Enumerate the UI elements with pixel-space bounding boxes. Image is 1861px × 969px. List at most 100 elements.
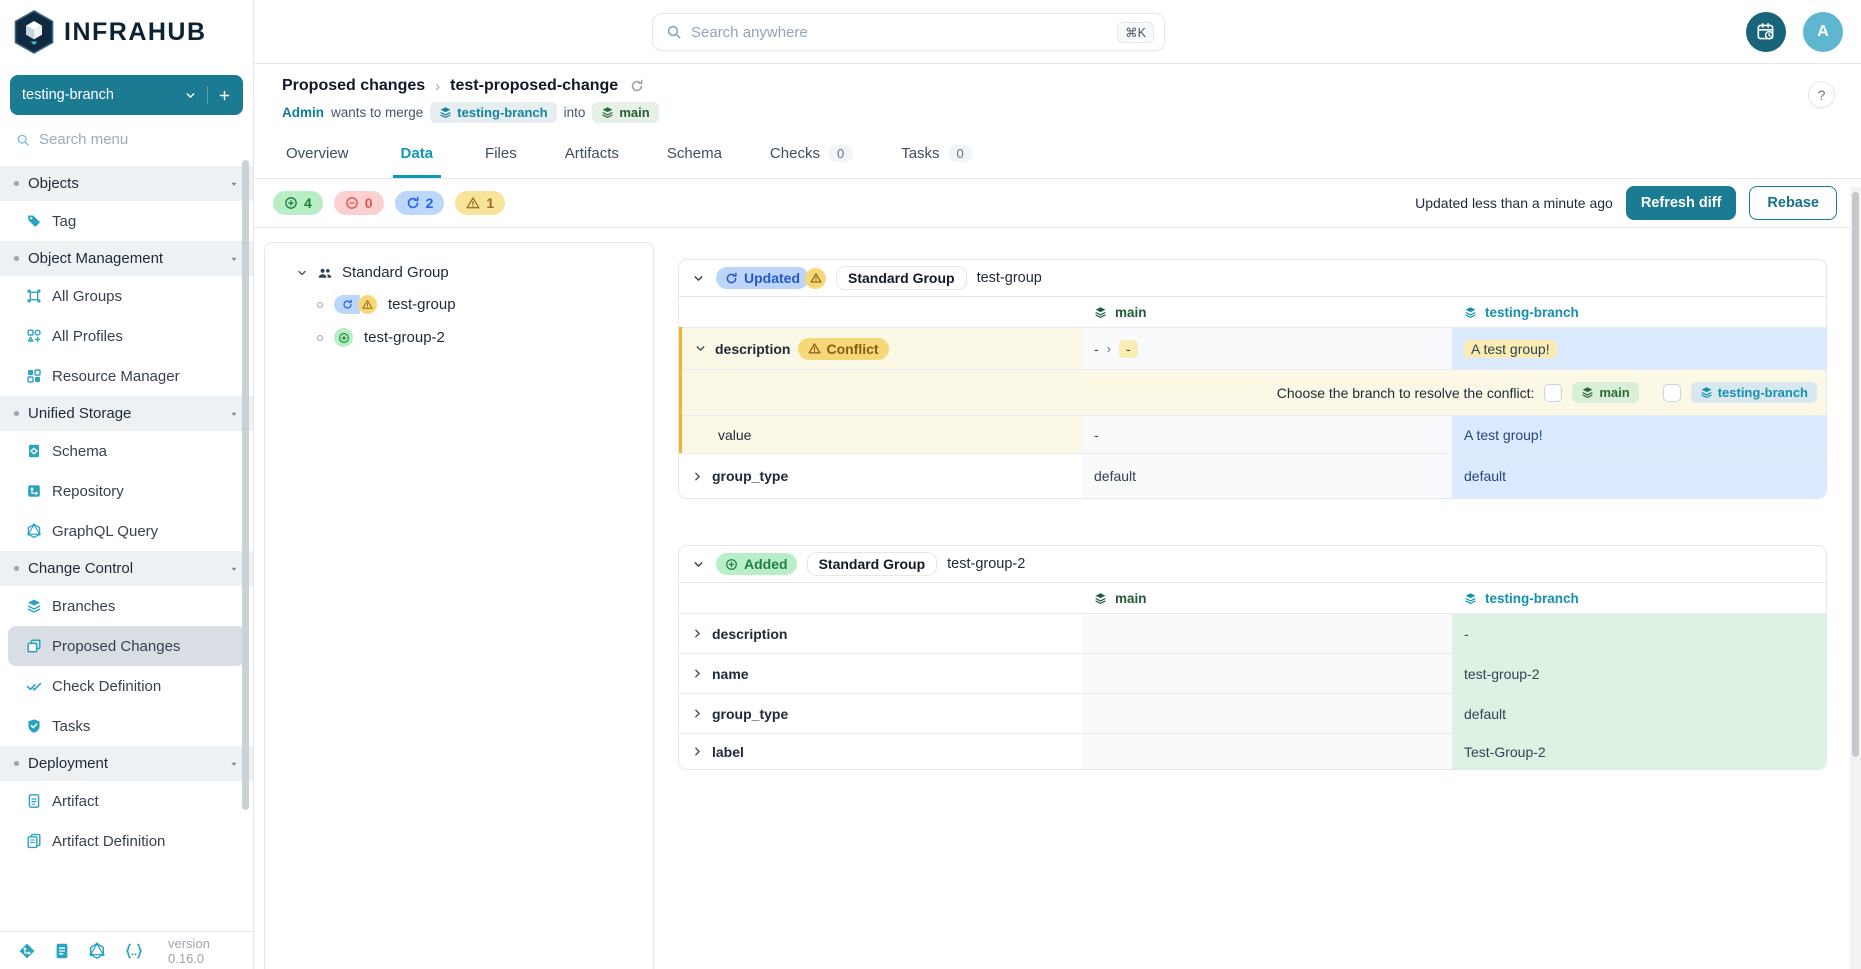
tab-files[interactable]: Files [481, 135, 521, 178]
resolve-branch-checkbox[interactable] [1663, 384, 1681, 402]
conflict-resolution-text: Choose the branch to resolve the conflic… [1277, 385, 1535, 401]
branch-value-cell: Test-Group-2 [1452, 734, 1826, 769]
status-badge-updated: Updated [716, 267, 809, 289]
schedule-button[interactable] [1746, 12, 1786, 52]
docs-icon [53, 942, 71, 960]
tree-node-test-group-2[interactable]: test-group-2 [317, 328, 643, 347]
resolve-branch-badge[interactable]: testing-branch [1691, 382, 1817, 403]
proposed-changes-icon [26, 638, 42, 654]
brand-logo[interactable]: INFRAHUB [0, 0, 253, 64]
tab-schema[interactable]: Schema [663, 135, 726, 178]
chevron-right-icon[interactable] [691, 745, 704, 758]
status-badge-added: Added [716, 553, 797, 575]
attribute-label: name [712, 666, 749, 682]
sidebar-item-graphql-query[interactable]: GraphQL Query [0, 511, 253, 551]
empty-cell [679, 297, 1082, 327]
conflict-warning-icon [805, 268, 826, 289]
sidebar-item-tag[interactable]: Tag [0, 201, 253, 241]
rebase-button[interactable]: Rebase [1749, 186, 1837, 220]
graphql-sandbox-button[interactable] [88, 942, 106, 960]
git-link-button[interactable] [18, 942, 36, 960]
status-label: Added [744, 556, 788, 572]
add-branch-icon[interactable] [218, 89, 231, 102]
sidebar-item-branches[interactable]: Branches [0, 586, 253, 626]
chevron-right-icon[interactable] [691, 470, 704, 483]
sidebar-item-proposed-changes[interactable]: Proposed Changes [8, 626, 245, 666]
branch-icon [439, 106, 452, 119]
main-value-cell [1082, 694, 1452, 733]
chevron-right-icon[interactable] [691, 667, 704, 680]
chevron-down-icon[interactable] [694, 342, 707, 355]
refresh-diff-button[interactable]: Refresh diff [1626, 186, 1737, 220]
tree-node-standard-group[interactable]: Standard Group [296, 264, 643, 281]
brand-wordmark: INFRAHUB [64, 18, 207, 47]
refresh-icon[interactable] [630, 79, 644, 93]
version-label: version 0.16.0 [168, 936, 235, 966]
branch-value: A test group! [1464, 427, 1543, 443]
branch-selector[interactable]: testing-branch [10, 75, 243, 115]
branch-value: default [1464, 706, 1506, 722]
plus-circle-icon [284, 196, 298, 210]
bullet-icon [317, 302, 323, 308]
conflict-pill-label: Conflict [826, 341, 878, 357]
sidebar-section-objects[interactable]: Objects [0, 166, 253, 201]
nav-item-label: Resource Manager [52, 368, 180, 385]
global-search[interactable]: ⌘K [652, 13, 1165, 51]
page-scrollbar-thumb[interactable] [1852, 192, 1859, 757]
attribute-row-description: description - [679, 613, 1826, 653]
sidebar-item-repository[interactable]: Repository [0, 471, 253, 511]
sidebar-section-deployment[interactable]: Deployment [0, 746, 253, 781]
merge-subtitle: Admin wants to merge testing-branch into… [282, 102, 1833, 123]
tab-tasks[interactable]: Tasks 0 [897, 135, 977, 178]
main-value-cell [1082, 734, 1452, 769]
chevron-down-icon [184, 89, 197, 102]
chevron-down-icon[interactable] [692, 558, 705, 571]
menu-search-input[interactable] [39, 131, 209, 148]
resolve-main-badge[interactable]: main [1572, 382, 1638, 403]
sidebar-item-artifact-definition[interactable]: Artifact Definition [0, 821, 253, 861]
sidebar-item-artifact[interactable]: Artifact [0, 781, 253, 821]
main-value-cell [1082, 614, 1452, 653]
help-button[interactable]: ? [1808, 81, 1835, 108]
menu-search[interactable] [0, 115, 253, 160]
api-link-button[interactable] [123, 942, 145, 960]
plus-circle-icon [338, 332, 350, 344]
updated-counter: 2 [395, 191, 445, 215]
warning-icon [466, 196, 480, 210]
tab-checks[interactable]: Checks 0 [766, 135, 857, 178]
tree-node-test-group[interactable]: test-group [317, 295, 643, 314]
sidebar-item-schema[interactable]: Schema [0, 431, 253, 471]
added-badge [334, 328, 353, 347]
sidebar-item-all-profiles[interactable]: All Profiles [0, 316, 253, 356]
tab-data[interactable]: Data [393, 135, 442, 178]
graphql-icon [88, 942, 106, 960]
global-search-input[interactable] [691, 24, 1108, 41]
diff-card-header[interactable]: Updated Standard Group test-group [679, 260, 1826, 297]
app-window: INFRAHUB testing-branch Objects Tag [0, 0, 1861, 969]
sidebar-section-change-control[interactable]: Change Control [0, 551, 253, 586]
sidebar-item-all-groups[interactable]: All Groups [0, 276, 253, 316]
checks-count-badge: 0 [828, 145, 853, 162]
sidebar-section-unified-storage[interactable]: Unified Storage [0, 396, 253, 431]
sidebar-section-object-management[interactable]: Object Management [0, 241, 253, 276]
sidebar-item-check-definition[interactable]: Check Definition [0, 666, 253, 706]
attribute-label-cell: name [679, 654, 1082, 693]
chevron-right-icon[interactable] [691, 707, 704, 720]
main-column-label: main [1115, 591, 1147, 606]
avatar[interactable]: A [1803, 12, 1843, 52]
tab-artifacts[interactable]: Artifacts [561, 135, 623, 178]
branch-value-cell: test-group-2 [1452, 654, 1826, 693]
sidebar-item-resource-manager[interactable]: Resource Manager [0, 356, 253, 396]
tab-overview[interactable]: Overview [282, 135, 353, 178]
breadcrumb-root[interactable]: Proposed changes [282, 77, 425, 95]
branch-value: Test-Group-2 [1464, 744, 1546, 760]
diff-card-header[interactable]: Added Standard Group test-group-2 [679, 546, 1826, 583]
conflict-resolution-row: Choose the branch to resolve the conflic… [682, 369, 1826, 415]
resolve-main-checkbox[interactable] [1544, 384, 1562, 402]
chevron-right-icon[interactable] [691, 627, 704, 640]
target-branch-badge: main [592, 102, 658, 123]
chevron-down-icon[interactable] [692, 272, 705, 285]
sidebar-item-tasks[interactable]: Tasks [0, 706, 253, 746]
docs-link-button[interactable] [53, 942, 71, 960]
sidebar-scrollbar-thumb[interactable] [242, 160, 249, 810]
